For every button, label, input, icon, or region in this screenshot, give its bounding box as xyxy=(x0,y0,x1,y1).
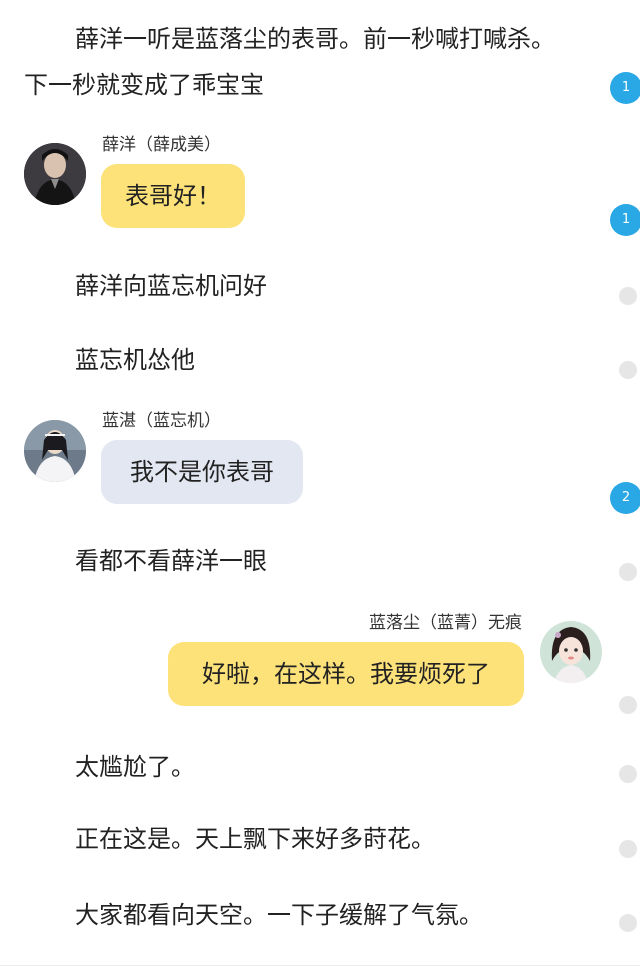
story-line-4: 蓝忘机怂他 xyxy=(75,346,195,374)
comment-dot[interactable] xyxy=(619,696,637,714)
chat-bubble[interactable]: 我不是你表哥 xyxy=(101,440,303,504)
sender-name: 薛洋（薛成美） xyxy=(102,135,221,155)
story-line-3: 薛洋向蓝忘机问好 xyxy=(75,272,267,300)
girl-character-avatar-icon xyxy=(540,621,602,683)
avatar[interactable] xyxy=(540,621,602,683)
story-line-7: 正在这是。天上飘下来好多莳花。 xyxy=(75,825,435,853)
story-line-2: 下一秒就变成了乖宝宝 xyxy=(24,71,264,99)
story-line-5: 看都不看薛洋一眼 xyxy=(75,547,267,575)
avatar[interactable] xyxy=(24,420,86,482)
sender-name: 蓝湛（蓝忘机） xyxy=(102,411,221,431)
white-robed-character-avatar-icon xyxy=(24,420,86,482)
avatar[interactable] xyxy=(24,143,86,205)
comment-count-badge[interactable]: 2 xyxy=(610,482,640,514)
comment-dot[interactable] xyxy=(619,287,637,305)
sender-name: 蓝落尘（蓝菁）无痕 xyxy=(369,613,522,633)
story-line-1: 薛洋一听是蓝落尘的表哥。前一秒喊打喊杀。 xyxy=(75,25,555,53)
comment-dot[interactable] xyxy=(619,765,637,783)
chat-bubble[interactable]: 好啦，在这样。我要烦死了 xyxy=(168,642,524,706)
comment-dot[interactable] xyxy=(619,914,637,932)
story-line-8: 大家都看向天空。一下子缓解了气氛。 xyxy=(75,901,483,929)
divider xyxy=(0,965,640,966)
story-line-6: 太尴尬了。 xyxy=(75,753,195,781)
comment-dot[interactable] xyxy=(619,563,637,581)
comment-count-badge[interactable]: 1 xyxy=(610,204,640,236)
comment-count-badge[interactable]: 1 xyxy=(610,72,640,104)
comment-dot[interactable] xyxy=(619,840,637,858)
chat-bubble[interactable]: 表哥好！ xyxy=(101,164,245,228)
dark-robed-character-avatar-icon xyxy=(24,143,86,205)
comment-dot[interactable] xyxy=(619,361,637,379)
